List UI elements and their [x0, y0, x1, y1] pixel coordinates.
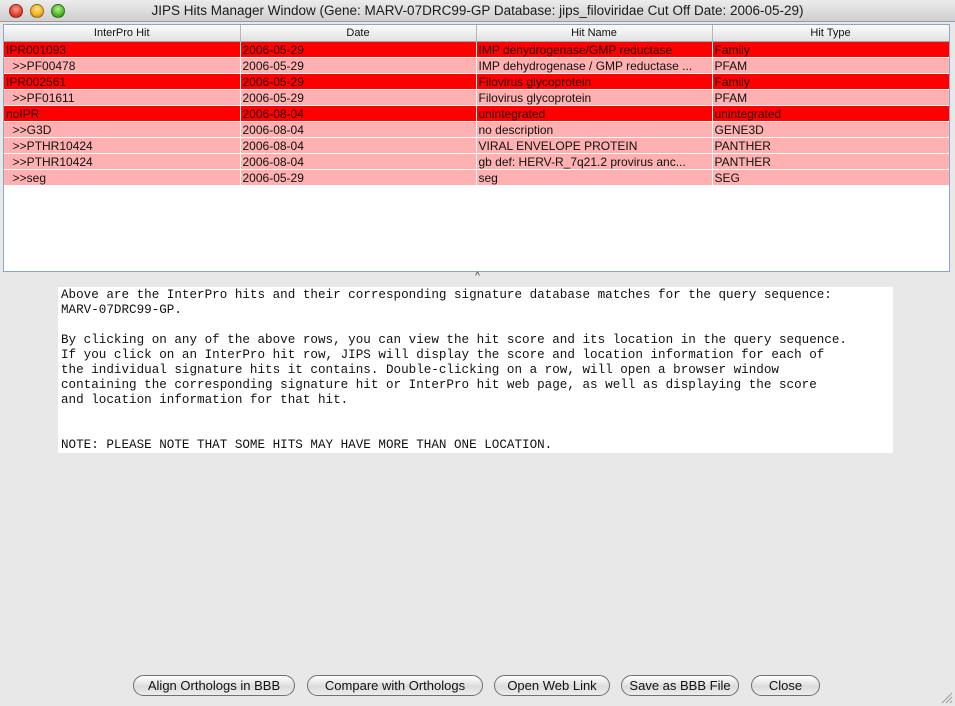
interpro-hit-cell[interactable]: IPR001093: [4, 41, 241, 58]
table-row[interactable]: >>seg 2006-05-29 seg SEG: [4, 169, 949, 186]
hit-name-cell[interactable]: seg: [476, 169, 713, 186]
hit-type-cell[interactable]: PFAM: [712, 57, 949, 74]
hit-type-cell[interactable]: Family: [712, 41, 949, 58]
table-row[interactable]: >>PF01611 2006-05-29 Filovirus glycoprotei…: [4, 89, 949, 106]
date-cell[interactable]: 2006-08-04: [240, 121, 477, 138]
date-cell[interactable]: 2006-05-29: [240, 89, 477, 106]
window-title: JIPS Hits Manager Window (Gene: MARV-07D…: [151, 3, 804, 18]
hits-table: InterPro Hit Date Hit Name Hit Type IPR0…: [4, 25, 949, 186]
interpro-hit-cell[interactable]: >>PTHR10424: [4, 153, 241, 170]
hit-name-cell[interactable]: unintegrated: [476, 105, 713, 122]
button-bar: Align Orthologs in BBB Compare with Orth…: [0, 675, 955, 697]
compare-with-orthologs-button[interactable]: Compare with Orthologs: [307, 675, 483, 696]
hit-name-cell[interactable]: Filovirus glycoprotein: [476, 73, 713, 90]
column-header-hit-type[interactable]: Hit Type: [712, 25, 949, 42]
splitter-handle[interactable]: ^: [0, 272, 955, 282]
hit-name-cell[interactable]: no description: [476, 121, 713, 138]
date-cell[interactable]: 2006-05-29: [240, 41, 477, 58]
save-as-bbb-file-button[interactable]: Save as BBB File: [621, 675, 739, 696]
interpro-hit-cell[interactable]: >>seg: [4, 169, 241, 186]
date-cell[interactable]: 2006-08-04: [240, 153, 477, 170]
hit-type-cell[interactable]: PFAM: [712, 89, 949, 106]
hits-table-panel: InterPro Hit Date Hit Name Hit Type IPR0…: [3, 24, 950, 272]
date-cell[interactable]: 2006-05-29: [240, 57, 477, 74]
hits-table-body: IPR001093 2006-05-29 IMP dehydrogenase/GMP…: [4, 41, 949, 186]
interpro-hit-cell[interactable]: >>G3D: [4, 121, 241, 138]
hit-type-cell[interactable]: PANTHER: [712, 137, 949, 154]
hit-type-cell[interactable]: Family: [712, 73, 949, 90]
column-header-date[interactable]: Date: [240, 25, 477, 42]
table-row[interactable]: >>PTHR10424 2006-08-04 gb def: HERV-R_7q21…: [4, 153, 949, 170]
column-header-hit-name[interactable]: Hit Name: [476, 25, 713, 42]
table-header-row: InterPro Hit Date Hit Name Hit Type: [4, 25, 949, 42]
hit-name-cell[interactable]: gb def: HERV-R_7q21.2 provirus anc...: [476, 153, 713, 170]
hit-type-cell[interactable]: GENE3D: [712, 121, 949, 138]
interpro-hit-cell[interactable]: IPR002561: [4, 73, 241, 90]
date-cell[interactable]: 2006-08-04: [240, 137, 477, 154]
open-web-link-button[interactable]: Open Web Link: [494, 675, 610, 696]
jips-hits-manager-window: JIPS Hits Manager Window (Gene: MARV-07D…: [0, 0, 955, 706]
table-row[interactable]: >>PTHR10424 2006-08-04 VIRAL ENVELOPE PROT…: [4, 137, 949, 154]
table-row[interactable]: IPR002561 2006-05-29 Filovirus glycoprotei…: [4, 73, 949, 90]
align-orthologs-button[interactable]: Align Orthologs in BBB: [133, 675, 295, 696]
date-cell[interactable]: 2006-08-04: [240, 105, 477, 122]
resize-grip-icon[interactable]: [941, 692, 953, 704]
interpro-hit-cell[interactable]: >>PF00478: [4, 57, 241, 74]
interpro-hit-cell[interactable]: >>PTHR10424: [4, 137, 241, 154]
title-bar[interactable]: JIPS Hits Manager Window (Gene: MARV-07D…: [0, 0, 955, 22]
hit-name-cell[interactable]: VIRAL ENVELOPE PROTEIN: [476, 137, 713, 154]
info-text-panel: Above are the InterPro hits and their co…: [58, 287, 893, 453]
table-row[interactable]: >>PF00478 2006-05-29 IMP dehydrogenase / G…: [4, 57, 949, 74]
hit-name-cell[interactable]: IMP dehydrogenase/GMP reductase: [476, 41, 713, 58]
date-cell[interactable]: 2006-05-29: [240, 73, 477, 90]
close-button[interactable]: Close: [751, 675, 820, 696]
hit-name-cell[interactable]: IMP dehydrogenase / GMP reductase ...: [476, 57, 713, 74]
interpro-hit-cell[interactable]: noIPR: [4, 105, 241, 122]
table-row[interactable]: IPR001093 2006-05-29 IMP dehydrogenase/GMP…: [4, 41, 949, 58]
splitter-up-arrow-icon[interactable]: ^: [475, 271, 480, 282]
table-row[interactable]: >>G3D 2006-08-04 no description GENE3D: [4, 121, 949, 138]
hit-name-cell[interactable]: Filovirus glycoprotein: [476, 89, 713, 106]
interpro-hit-cell[interactable]: >>PF01611: [4, 89, 241, 106]
column-header-interpro-hit[interactable]: InterPro Hit: [4, 25, 241, 42]
hit-type-cell[interactable]: unintegrated: [712, 105, 949, 122]
table-row[interactable]: noIPR 2006-08-04 unintegrated unintegrated: [4, 105, 949, 122]
date-cell[interactable]: 2006-05-29: [240, 169, 477, 186]
hit-type-cell[interactable]: SEG: [712, 169, 949, 186]
hit-type-cell[interactable]: PANTHER: [712, 153, 949, 170]
